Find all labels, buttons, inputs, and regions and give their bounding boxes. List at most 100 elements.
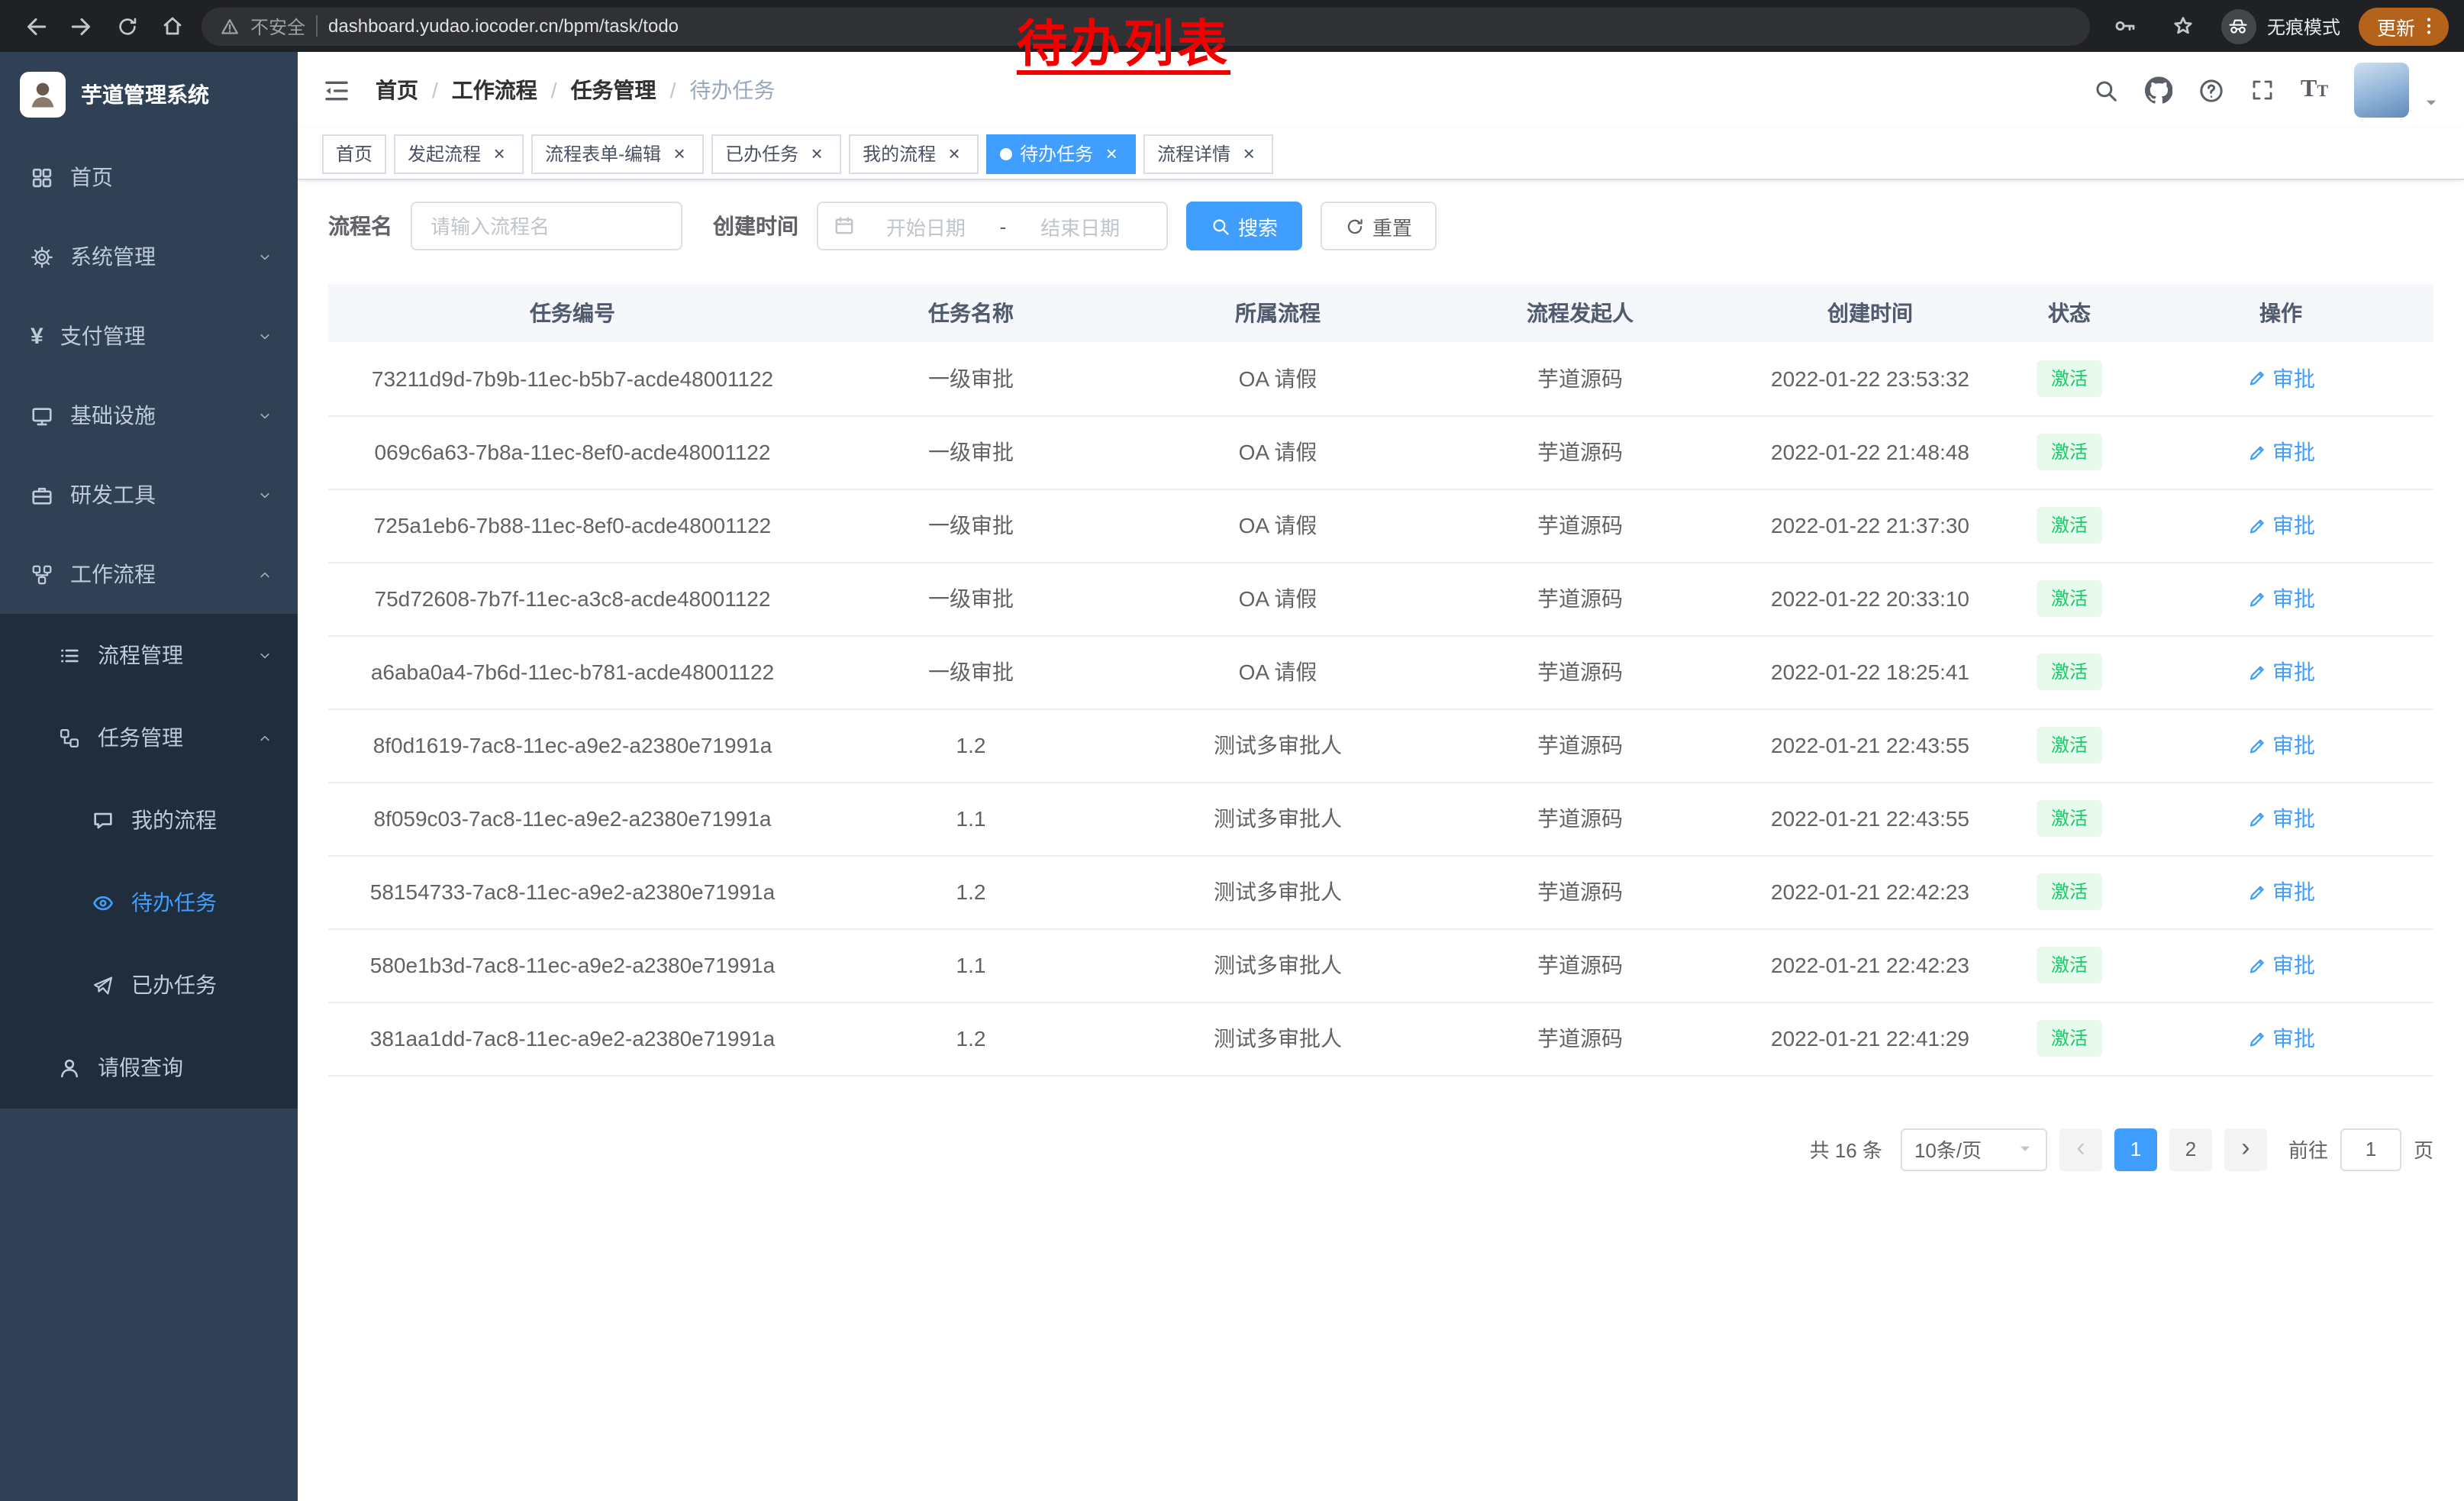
help-icon[interactable]	[2198, 77, 2224, 103]
sidebar-item-payment[interactable]: ¥支付管理	[0, 296, 298, 376]
tab-todo-tasks[interactable]: 待办任务×	[986, 134, 1136, 173]
app-logo[interactable]: 芋道管理系统	[0, 52, 298, 137]
home-icon[interactable]	[153, 6, 192, 46]
approve-button[interactable]: 审批	[2246, 803, 2315, 834]
update-button[interactable]: 更新	[2359, 7, 2449, 45]
reset-button[interactable]: 重置	[1321, 202, 1437, 250]
approve-button[interactable]: 审批	[2246, 1023, 2315, 1054]
cell-action: 审批	[2128, 635, 2433, 709]
approve-button[interactable]: 审批	[2246, 950, 2315, 980]
column-header: 任务名称	[817, 284, 1125, 342]
cell-created-at: 2022-01-21 22:43:55	[1730, 709, 2011, 782]
tab-form-edit[interactable]: 流程表单-编辑×	[531, 134, 704, 173]
date-range-picker[interactable]: 开始日期 - 结束日期	[817, 202, 1168, 250]
column-header: 创建时间	[1730, 284, 2011, 342]
cell-action: 审批	[2128, 489, 2433, 562]
sidebar-item-leave-query[interactable]: 请假查询	[0, 1026, 298, 1109]
tab-my-process[interactable]: 我的流程×	[849, 134, 979, 173]
edit-icon	[2246, 515, 2266, 535]
search-icon[interactable]	[2093, 77, 2119, 103]
tab-close-icon[interactable]: ×	[806, 143, 827, 164]
process-name-input[interactable]	[411, 202, 682, 250]
next-page-button[interactable]: ›	[2224, 1128, 2267, 1170]
column-header: 任务编号	[328, 284, 817, 342]
breadcrumb-separator: /	[432, 78, 438, 102]
reload-icon[interactable]	[107, 6, 147, 46]
cell-task-id: 73211d9d-7b9b-11ec-b5b7-acde48001122	[328, 342, 817, 415]
reset-button-label: 重置	[1372, 211, 1412, 240]
approve-label: 审批	[2272, 510, 2315, 541]
avatar[interactable]	[2354, 63, 2409, 118]
list-icon	[58, 644, 81, 667]
chevron-down-icon	[256, 328, 273, 344]
tab-label: 流程详情	[1157, 140, 1230, 166]
sidebar-item-label: 基础设施	[70, 400, 156, 431]
star-icon[interactable]	[2163, 6, 2203, 46]
process-name-label: 流程名	[328, 211, 392, 241]
github-icon[interactable]	[2145, 76, 2172, 104]
tab-home[interactable]: 首页	[322, 134, 386, 173]
approve-button[interactable]: 审批	[2246, 730, 2315, 760]
tab-close-icon[interactable]: ×	[1101, 143, 1122, 164]
approve-button[interactable]: 审批	[2246, 583, 2315, 614]
tab-label: 发起流程	[408, 140, 481, 166]
tab-process-detail[interactable]: 流程详情 ×	[1143, 134, 1273, 173]
menu-fold-icon[interactable]	[322, 76, 351, 105]
more-vert-icon[interactable]	[2418, 15, 2440, 37]
chevron-up-icon	[256, 729, 273, 746]
navbar-actions: TT	[2093, 63, 2440, 118]
cell-created-at: 2022-01-22 23:53:32	[1730, 342, 2011, 415]
approve-button[interactable]: 审批	[2246, 657, 2315, 687]
caret-down-icon[interactable]	[2423, 94, 2440, 111]
breadcrumb-item[interactable]: 首页	[376, 75, 418, 105]
search-button[interactable]: 搜索	[1186, 202, 1302, 250]
sidebar-item-system[interactable]: 系统管理	[0, 217, 298, 296]
cell-action: 审批	[2128, 928, 2433, 1002]
sidebar-item-process-management[interactable]: 流程管理	[0, 614, 298, 696]
page-button-2[interactable]: 2	[2169, 1128, 2212, 1170]
approve-button[interactable]: 审批	[2246, 510, 2315, 541]
forward-icon[interactable]	[61, 6, 101, 46]
tab-close-icon[interactable]: ×	[1238, 143, 1259, 164]
cell-status: 激活	[2011, 855, 2128, 928]
cell-task-name: 一级审批	[817, 415, 1125, 489]
breadcrumb-item[interactable]: 任务管理	[571, 75, 656, 105]
tab-start-process[interactable]: 发起流程 ×	[394, 134, 524, 173]
key-icon[interactable]	[2105, 6, 2145, 46]
approve-button[interactable]: 审批	[2246, 363, 2315, 394]
edit-icon	[2246, 369, 2266, 389]
sidebar-item-my-process[interactable]: 我的流程	[0, 779, 298, 861]
font-size-icon[interactable]: TT	[2301, 78, 2328, 102]
sidebar-item-done-tasks[interactable]: 已办任务	[0, 944, 298, 1026]
tab-close-icon[interactable]: ×	[669, 143, 690, 164]
breadcrumb-separator: /	[551, 78, 557, 102]
fullscreen-icon[interactable]	[2250, 78, 2275, 102]
table-header-row: 任务编号任务名称所属流程流程发起人创建时间状态操作	[328, 284, 2433, 342]
sidebar-item-infrastructure[interactable]: 基础设施	[0, 376, 298, 455]
table-row: 58154733-7ac8-11ec-a9e2-a2380e71991a1.2测…	[328, 855, 2433, 928]
application-window: 不安全 dashboard.yudao.iocoder.cn/bpm/task/…	[0, 0, 2464, 1501]
tab-close-icon[interactable]: ×	[943, 143, 965, 164]
back-icon[interactable]	[15, 6, 55, 46]
cell-task-id: 75d72608-7b7f-11ec-a3c8-acde48001122	[328, 562, 817, 635]
end-date-placeholder: 结束日期	[1009, 211, 1151, 240]
tab-close-icon[interactable]: ×	[489, 143, 510, 164]
cell-process: 测试多审批人	[1125, 709, 1430, 782]
sidebar-item-todo-tasks[interactable]: 待办任务	[0, 861, 298, 944]
cell-status: 激活	[2011, 782, 2128, 855]
breadcrumb-item[interactable]: 工作流程	[452, 75, 537, 105]
prev-page-button[interactable]: ‹	[2059, 1128, 2102, 1170]
sidebar-item-devtools[interactable]: 研发工具	[0, 455, 298, 534]
sidebar-item-task-management[interactable]: 任务管理	[0, 696, 298, 779]
approve-button[interactable]: 审批	[2246, 876, 2315, 907]
page-size-select[interactable]: 10条/页	[1901, 1128, 2047, 1170]
main-area: 芋道管理系统 首页系统管理¥支付管理基础设施研发工具工作流程流程管理任务管理我的…	[0, 52, 2464, 1501]
sidebar-item-workflow[interactable]: 工作流程	[0, 534, 298, 614]
cell-task-name: 1.1	[817, 928, 1125, 1002]
cell-status: 激活	[2011, 928, 2128, 1002]
approve-button[interactable]: 审批	[2246, 437, 2315, 467]
tab-done-tasks[interactable]: 已办任务×	[711, 134, 841, 173]
page-button-1[interactable]: 1	[2114, 1128, 2157, 1170]
goto-page-input[interactable]	[2340, 1128, 2401, 1170]
sidebar-item-home[interactable]: 首页	[0, 137, 298, 217]
